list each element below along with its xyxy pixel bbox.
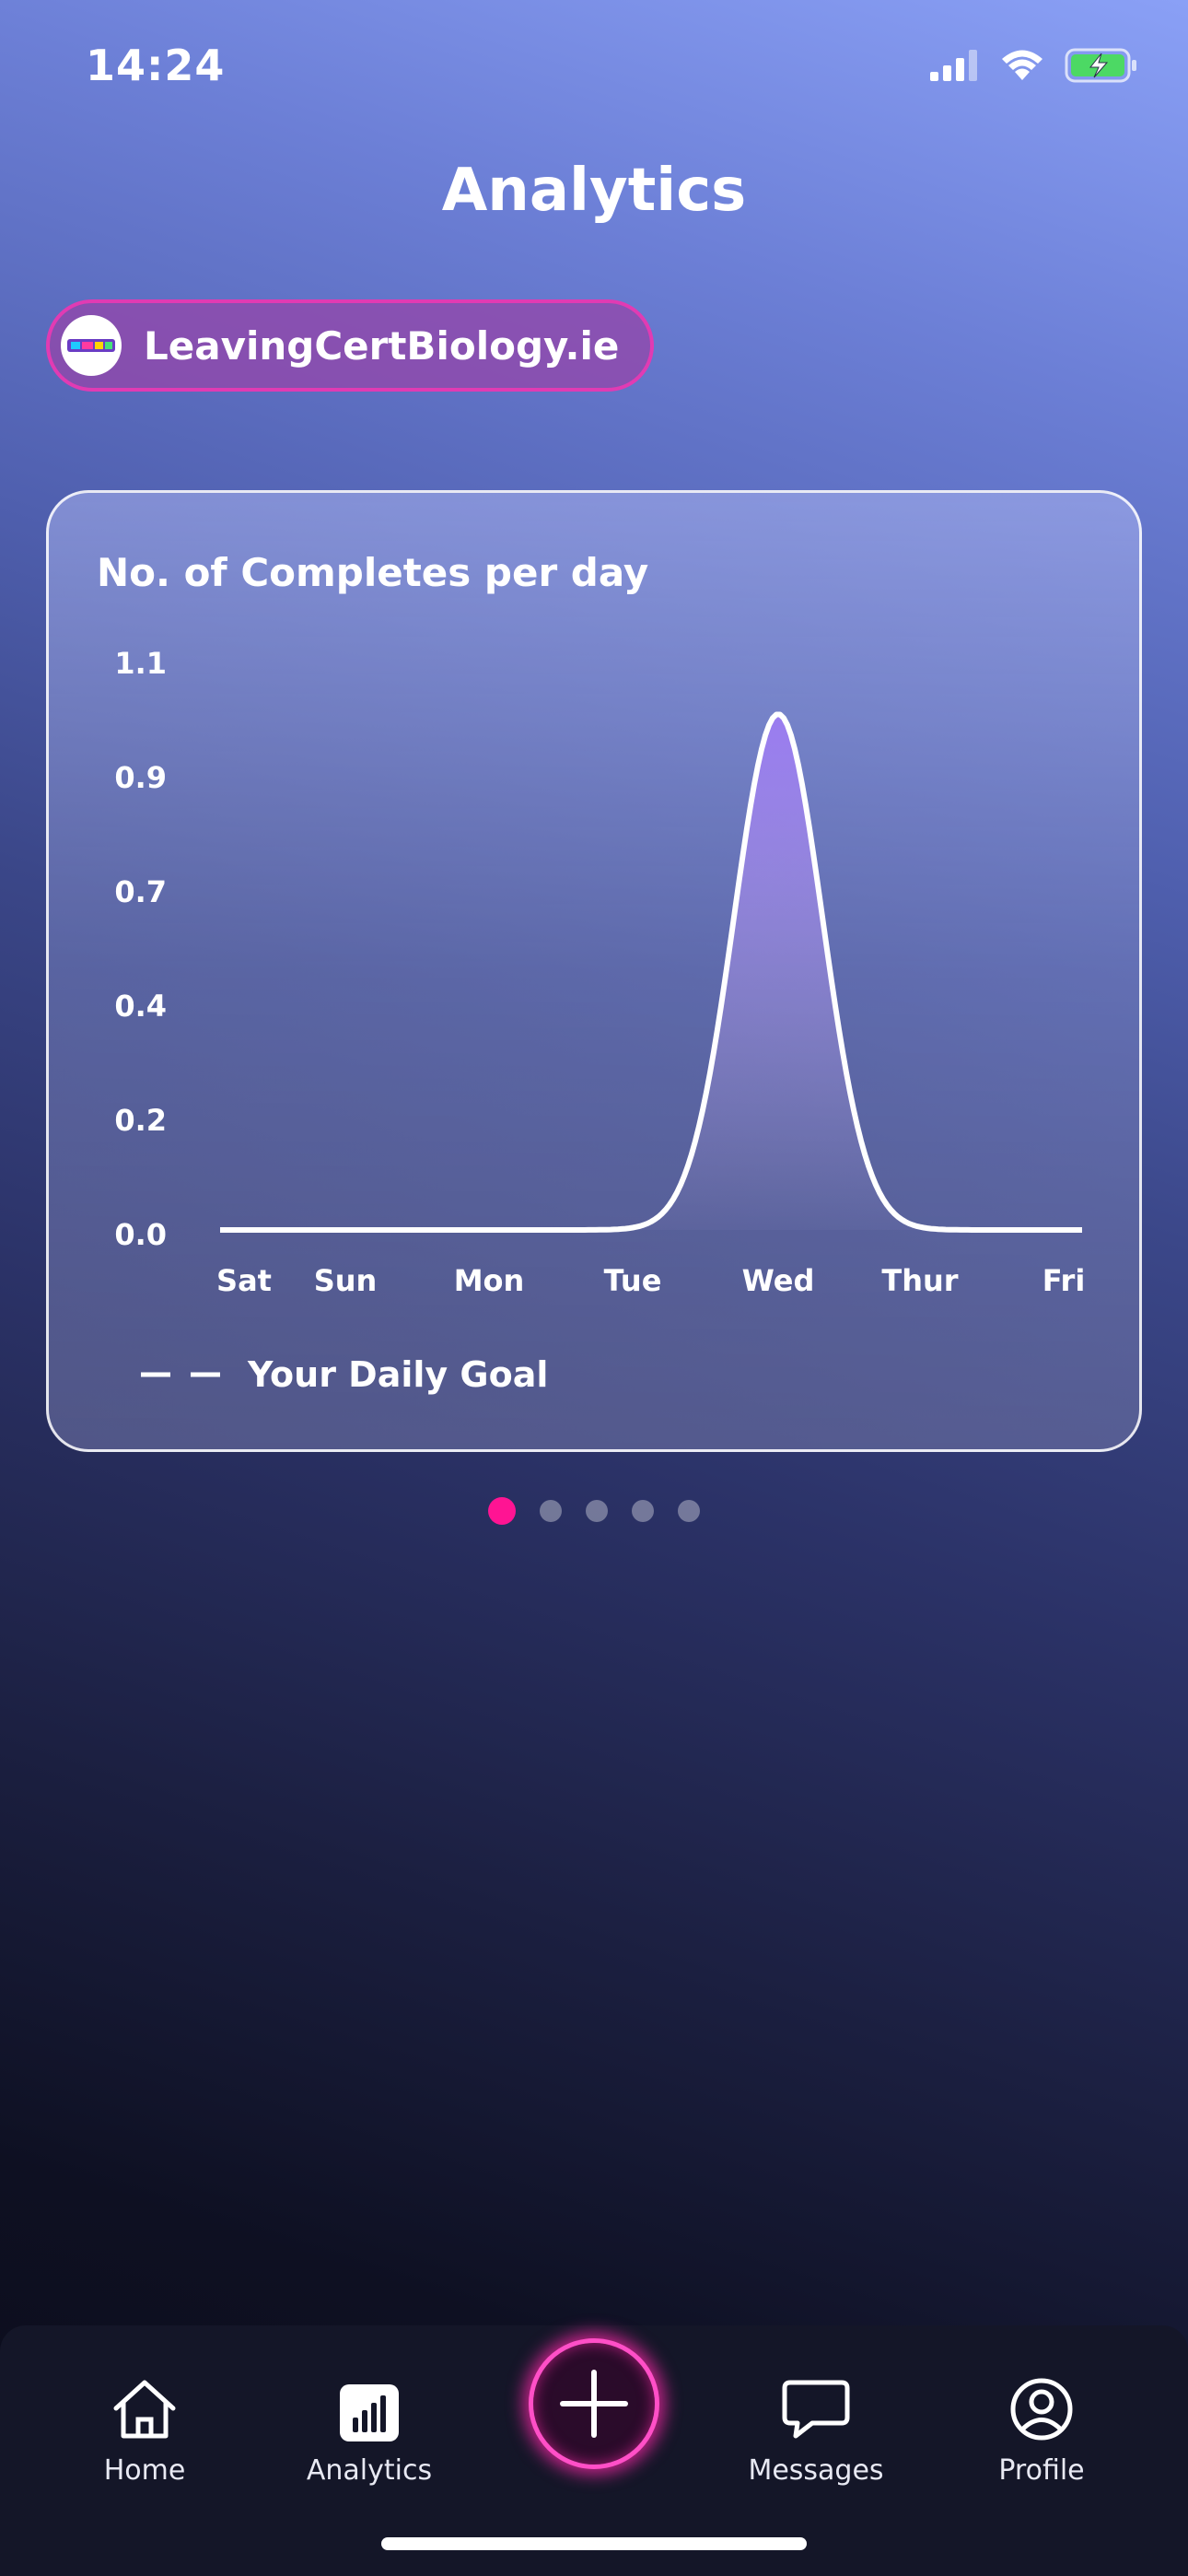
page-dot[interactable]: [540, 1500, 562, 1522]
chat-bubble-icon: [782, 2380, 850, 2439]
tab-home-label: Home: [103, 2454, 186, 2487]
x-tick-label: Thur: [881, 1263, 958, 1298]
tab-analytics-label: Analytics: [306, 2454, 433, 2487]
account-logo: [61, 315, 122, 376]
x-tick-label: Wed: [742, 1263, 815, 1298]
y-tick-label: 0.9: [114, 760, 167, 795]
y-tick-label: 0.0: [114, 1217, 167, 1252]
chart-legend: Your Daily Goal: [141, 1354, 548, 1395]
x-tick-label: Sat: [216, 1263, 272, 1298]
x-tick-label: Fri: [1042, 1263, 1086, 1298]
add-button[interactable]: [529, 2338, 659, 2469]
status-time: 14:24: [86, 41, 226, 90]
page-dot[interactable]: [632, 1500, 654, 1522]
tab-analytics[interactable]: Analytics: [296, 2362, 443, 2487]
signal-icon: [930, 50, 980, 85]
x-tick-label: Sun: [314, 1263, 378, 1298]
home-indicator[interactable]: [381, 2537, 807, 2550]
status-icons: [930, 48, 1138, 87]
user-circle-icon: [1010, 2378, 1073, 2441]
x-tick-label: Mon: [454, 1263, 525, 1298]
chart-plot: 1.1 0.9 0.7 0.4 0.2 0.0 Sat Sun Mon Tue Wed Thur Fr…: [114, 646, 1086, 1298]
account-name: LeavingCertBiology.ie: [144, 322, 620, 369]
plus-icon: [560, 2370, 628, 2438]
page-dot[interactable]: [488, 1497, 516, 1525]
y-tick-label: 0.2: [114, 1103, 167, 1138]
status-bar: 14:24: [0, 0, 1188, 138]
chart-card: No. of Completes per day 1.1 0.9 0.7 0.4 0.2…: [46, 490, 1142, 1452]
tab-profile[interactable]: Profile: [968, 2362, 1115, 2487]
home-icon: [113, 2380, 176, 2439]
bar-chart-icon: [340, 2384, 399, 2441]
account-chip[interactable]: LeavingCertBiology.ie: [46, 299, 654, 392]
x-tick-label: Tue: [604, 1263, 662, 1298]
y-tick-label: 0.7: [114, 874, 167, 909]
series-line: [220, 711, 1082, 1233]
tab-profile-label: Profile: [998, 2454, 1085, 2487]
tab-home[interactable]: Home: [71, 2362, 218, 2487]
area-fill: [220, 714, 1082, 1230]
page-title: Analytics: [441, 157, 747, 225]
y-tick-label: 0.4: [114, 989, 167, 1024]
legend-label: Your Daily Goal: [248, 1354, 549, 1395]
pagination-dots: [488, 1497, 700, 1525]
dashed-line-icon: [141, 1372, 224, 1377]
page-dot[interactable]: [678, 1500, 700, 1522]
tab-messages[interactable]: Messages: [742, 2362, 890, 2487]
tab-messages-label: Messages: [748, 2454, 884, 2487]
y-tick-label: 1.1: [114, 646, 167, 681]
battery-charging-icon: [1065, 48, 1138, 87]
page-dot[interactable]: [586, 1500, 608, 1522]
wifi-icon: [1000, 49, 1044, 86]
